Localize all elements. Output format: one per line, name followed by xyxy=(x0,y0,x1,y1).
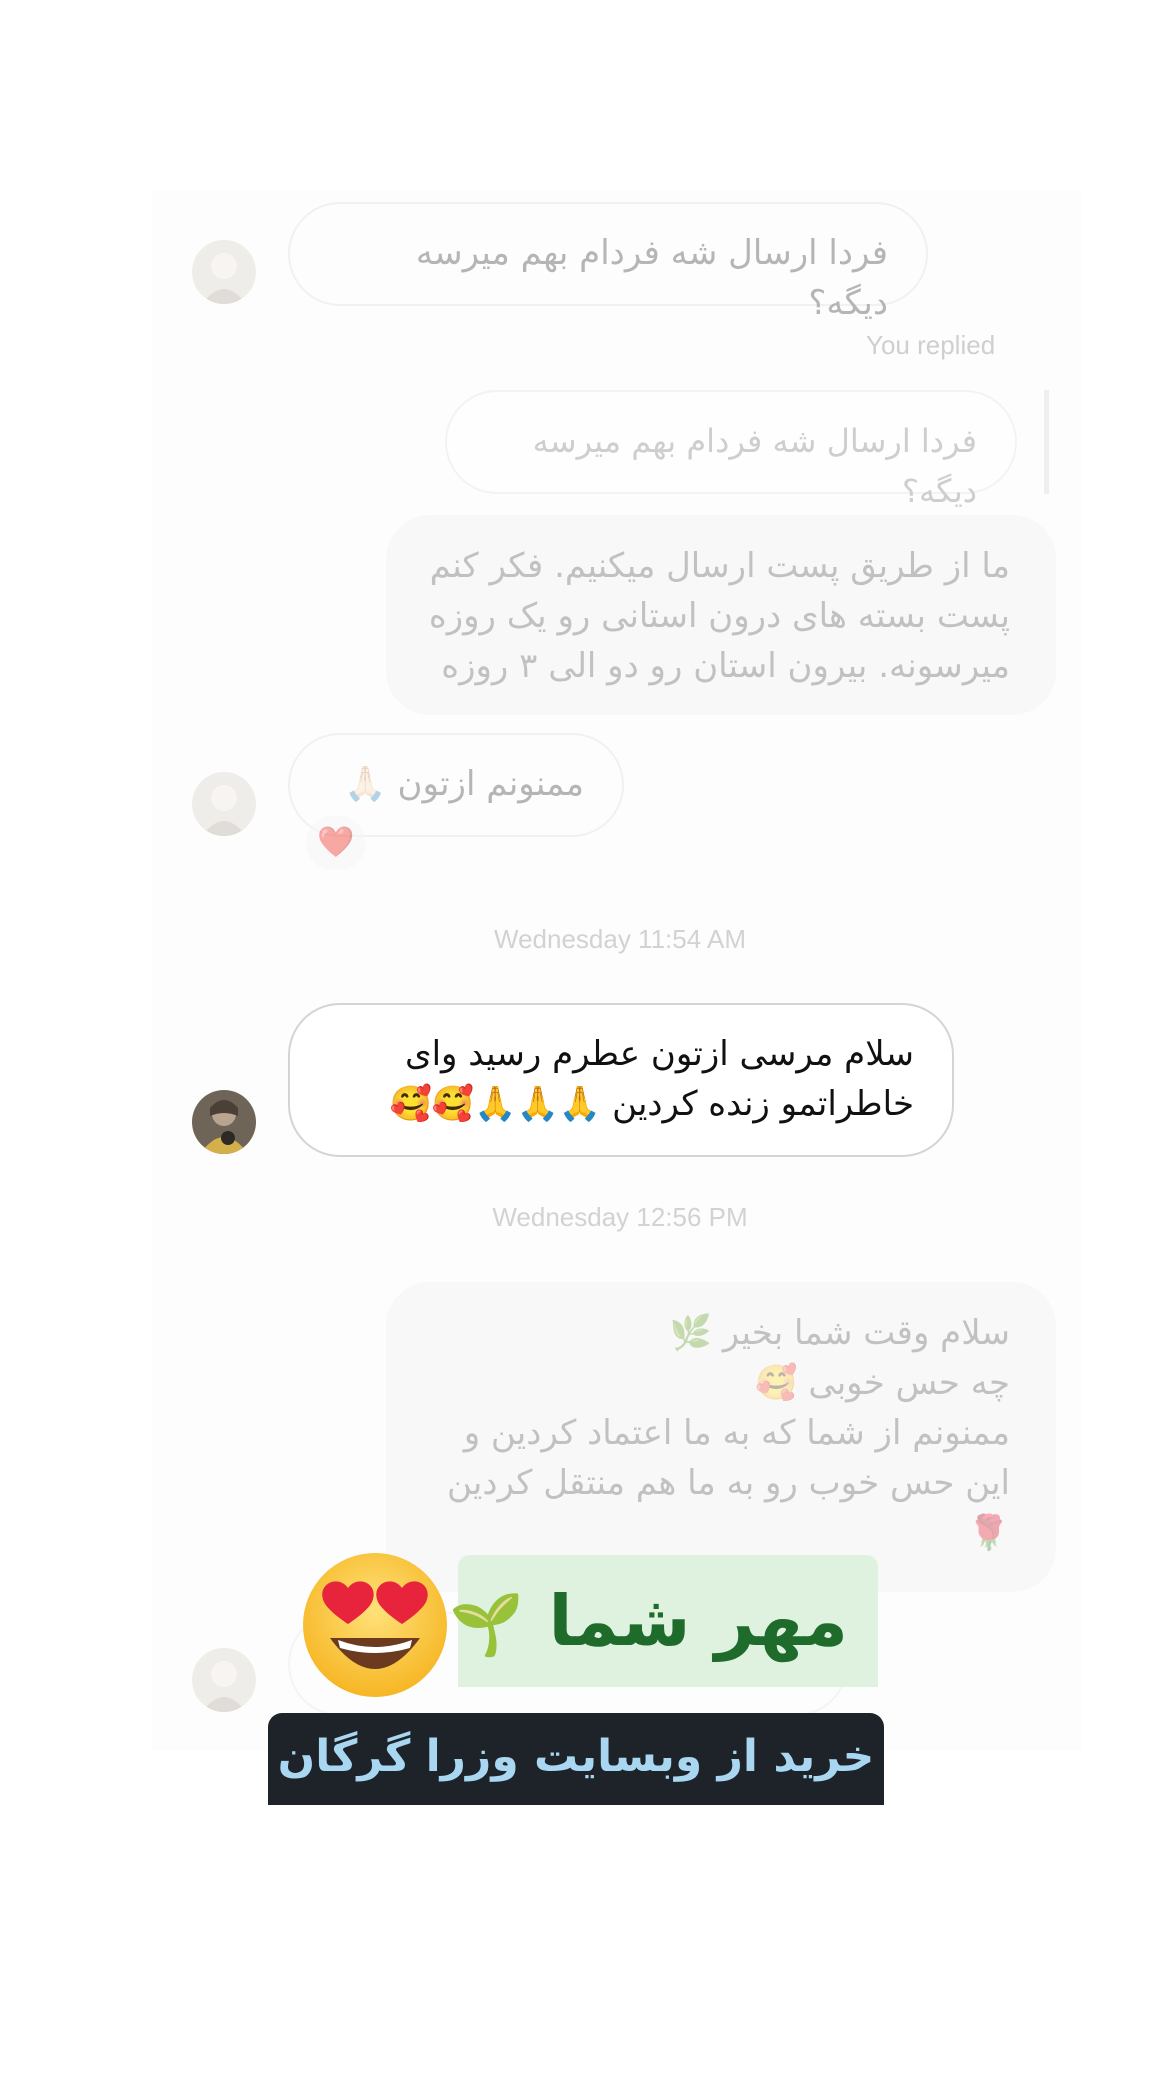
message-line: میرسونه. بیرون استان رو دو الی ۳ روزه xyxy=(441,646,1010,686)
message-line: این حس خوب رو به ما هم منتقل کردین xyxy=(447,1463,1010,1503)
reply-indicator-bar xyxy=(1044,390,1049,494)
heart-reaction[interactable]: ❤️ xyxy=(306,816,366,870)
message-line: سلام وقت شما بخیر 🌿 xyxy=(669,1313,1010,1353)
message-text: ممنونم ازتون 🙏🏻 xyxy=(344,764,584,804)
sender-avatar[interactable] xyxy=(192,240,256,304)
timestamp: Wednesday 11:54 AM xyxy=(494,924,746,954)
sender-avatar[interactable] xyxy=(192,1648,256,1712)
sticker-text: مهر شما xyxy=(548,1580,848,1662)
message-line: پست بسته های درون استانی رو یک روزه xyxy=(428,596,1010,636)
timestamp: Wednesday 12:56 PM xyxy=(492,1202,748,1232)
heart-eyes-emoji-icon xyxy=(300,1550,450,1700)
you-replied-label: You replied xyxy=(866,330,996,360)
sender-avatar[interactable] xyxy=(192,772,256,836)
outgoing-message-bubble[interactable]: ما از طریق پست ارسال میکنیم. فکر کنم پست… xyxy=(386,515,1056,715)
sprout-icon: 🌱 xyxy=(449,1590,525,1660)
incoming-message-bubble[interactable]: سلام مرسی ازتون عطرم رسید وای خاطراتمو ز… xyxy=(288,1003,954,1157)
message-line: ما از طریق پست ارسال میکنیم. فکر کنم xyxy=(429,546,1010,586)
sticker-text: خرید از وبسایت وزرا گرگان xyxy=(277,1731,875,1782)
message-line: ممنونم از شما که به ما اعتماد کردین و xyxy=(463,1413,1010,1453)
buy-website-sticker: خرید از وبسایت وزرا گرگان xyxy=(268,1713,884,1805)
message-line: 🌹 xyxy=(967,1513,1010,1553)
replied-quote-bubble[interactable]: فردا ارسال شه فردام بهم میرسه دیگه؟ xyxy=(445,390,1017,510)
incoming-message-bubble[interactable]: فردا ارسال شه فردام بهم میرسه دیگه؟ xyxy=(288,202,928,323)
outgoing-message-bubble[interactable]: سلام وقت شما بخیر 🌿 چه حس خوبی 🥰 ممنونم … xyxy=(386,1282,1056,1592)
message-line: چه حس خوبی 🥰 xyxy=(755,1363,1010,1403)
sender-avatar[interactable] xyxy=(192,1090,256,1154)
mehr-shoma-sticker: مهر شما 🌱 xyxy=(449,1555,878,1687)
message-line: سلام مرسی ازتون عطرم رسید وای xyxy=(404,1034,914,1074)
message-line: خاطراتمو زنده کردین 🙏🙏🙏🥰🥰 xyxy=(389,1084,914,1124)
heart-icon: ❤️ xyxy=(317,825,355,860)
